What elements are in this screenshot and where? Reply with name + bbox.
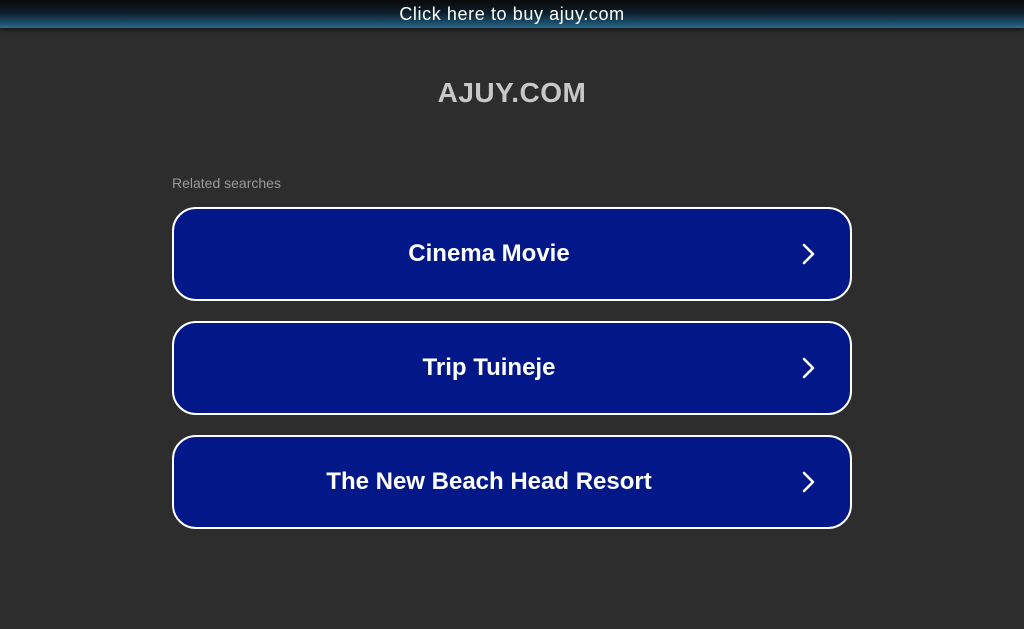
related-search-link-trip-tuineje[interactable]: Trip Tuineje	[172, 321, 852, 415]
related-search-label: The New Beach Head Resort	[326, 468, 652, 495]
related-search-link-cinema-movie[interactable]: Cinema Movie	[172, 207, 852, 301]
related-searches-heading: Related searches	[172, 175, 281, 191]
related-searches: Related searches Cinema Movie Trip Tuine…	[172, 174, 852, 549]
chevron-right-icon	[802, 357, 815, 379]
related-search-link-the-new-beach-head-resort[interactable]: The New Beach Head Resort	[172, 435, 852, 529]
chevron-right-icon	[802, 471, 815, 493]
related-search-label: Cinema Movie	[408, 240, 570, 267]
chevron-right-icon	[802, 243, 815, 265]
related-search-label: Trip Tuineje	[422, 354, 556, 381]
buy-domain-link[interactable]: Click here to buy ajuy.com	[399, 0, 624, 28]
site-title: AJUY.COM	[437, 77, 587, 108]
buy-domain-banner: Click here to buy ajuy.com	[0, 0, 1024, 28]
